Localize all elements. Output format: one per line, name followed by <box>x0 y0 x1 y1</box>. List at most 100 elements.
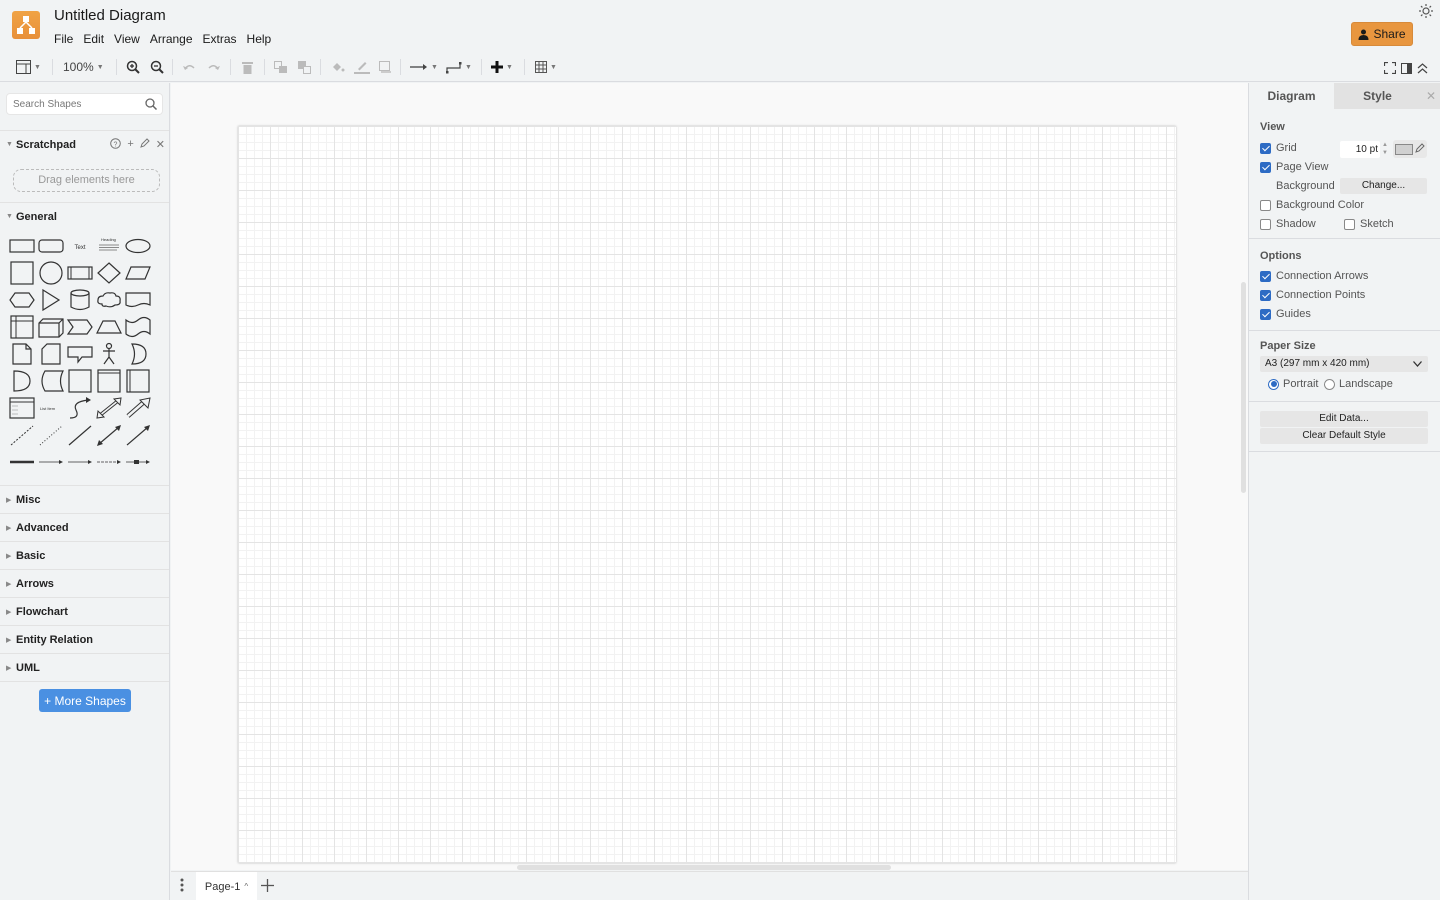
checkbox-checked-icon[interactable] <box>1260 161 1271 173</box>
radio-unselected-icon[interactable] <box>1324 378 1335 390</box>
shape-parallelogram[interactable] <box>124 261 152 287</box>
shape-cube[interactable] <box>37 315 65 341</box>
shape-trapezoid[interactable] <box>95 315 123 341</box>
shape-connector-with-3-labels[interactable] <box>95 450 123 476</box>
shape-vertical-container[interactable] <box>95 369 123 395</box>
to-front-button[interactable] <box>274 58 288 76</box>
connection-points-checkbox[interactable]: Connection Points <box>1260 289 1365 301</box>
add-page-button[interactable] <box>261 875 274 898</box>
insert-dropdown[interactable]: ▼ <box>491 58 513 76</box>
page-view-checkbox[interactable]: Page View <box>1260 161 1328 173</box>
connection-arrows-checkbox[interactable]: Connection Arrows <box>1260 270 1368 282</box>
checkbox-checked-icon[interactable] <box>1260 289 1271 301</box>
scratchpad-drop-zone[interactable]: Drag elements here <box>13 169 160 192</box>
shape-connector-with-symbol[interactable] <box>124 450 152 476</box>
shape-bidirectional-connector[interactable] <box>95 423 123 449</box>
sidebar-section-entity-relation[interactable]: ▶ Entity Relation <box>0 625 169 653</box>
help-icon[interactable]: ? <box>110 138 122 152</box>
shape-or[interactable] <box>124 342 152 368</box>
sidebar-section-misc[interactable]: ▶ Misc <box>0 485 169 513</box>
undo-button[interactable] <box>182 58 196 76</box>
collapse-toolbar-button[interactable] <box>1417 59 1428 77</box>
radio-selected-icon[interactable] <box>1268 378 1279 390</box>
search-shapes-input[interactable] <box>7 94 137 114</box>
shape-line[interactable] <box>66 423 94 449</box>
change-background-button[interactable]: Change... <box>1340 178 1427 194</box>
pages-menu-icon[interactable] <box>177 878 187 892</box>
tab-style[interactable]: Style <box>1334 83 1421 109</box>
zoom-out-button[interactable] <box>150 58 164 76</box>
menu-file[interactable]: File <box>54 32 73 46</box>
edit-pencil-icon[interactable] <box>139 138 150 152</box>
shape-horizontal-container[interactable] <box>124 369 152 395</box>
portrait-radio[interactable]: Portrait <box>1268 378 1318 390</box>
clear-default-style-button[interactable]: Clear Default Style <box>1260 428 1428 444</box>
shape-square[interactable] <box>8 261 36 287</box>
search-shapes-field[interactable] <box>6 93 163 115</box>
scratchpad-header[interactable]: ▼ Scratchpad ? + ✕ <box>0 130 169 158</box>
sidebar-section-uml[interactable]: ▶ UML <box>0 653 169 681</box>
shape-textbox[interactable]: Heading <box>95 234 123 260</box>
delete-button[interactable] <box>242 58 253 76</box>
shape-dotted-line[interactable] <box>37 423 65 449</box>
shape-rectangle[interactable] <box>8 234 36 260</box>
shape-ellipse[interactable] <box>124 234 152 260</box>
zoom-in-button[interactable] <box>126 58 140 76</box>
color-swatch[interactable] <box>1395 144 1413 155</box>
more-shapes-button[interactable]: + More Shapes <box>39 689 131 712</box>
shape-rounded-rectangle[interactable] <box>37 234 65 260</box>
shape-list-item[interactable]: List Item <box>37 396 65 422</box>
page-tab[interactable]: Page-1 ^ <box>196 872 257 900</box>
shadow-checkbox[interactable]: Shadow <box>1260 218 1316 230</box>
menu-edit[interactable]: Edit <box>83 32 104 46</box>
diagram-canvas[interactable] <box>171 83 1248 870</box>
format-panel-toggle[interactable]: ▼ <box>16 58 41 76</box>
checkbox-unchecked-icon[interactable] <box>1344 218 1355 230</box>
menu-help[interactable]: Help <box>247 32 272 46</box>
shape-data-storage[interactable] <box>37 369 65 395</box>
shape-note[interactable] <box>8 342 36 368</box>
sidebar-section-advanced[interactable]: ▶ Advanced <box>0 513 169 541</box>
shape-arrow[interactable] <box>124 396 152 422</box>
paper-size-select[interactable]: A3 (297 mm x 420 mm) <box>1260 356 1428 372</box>
search-icon[interactable] <box>144 97 158 111</box>
close-panel-icon[interactable]: ✕ <box>1421 83 1440 109</box>
shape-actor[interactable] <box>95 342 123 368</box>
shape-text[interactable]: Text <box>66 234 94 260</box>
shape-cylinder[interactable] <box>66 288 94 314</box>
shape-hexagon[interactable] <box>8 288 36 314</box>
shape-connector-with-label[interactable] <box>37 450 65 476</box>
sidebar-section-flowchart[interactable]: ▶ Flowchart <box>0 597 169 625</box>
eyedropper-icon[interactable] <box>1415 142 1425 156</box>
guides-checkbox[interactable]: Guides <box>1260 308 1311 320</box>
connection-style-dropdown[interactable]: ▼ <box>410 58 438 76</box>
shape-triangle[interactable] <box>37 288 65 314</box>
document-title[interactable]: Untitled Diagram <box>54 7 166 24</box>
edit-data-button[interactable]: Edit Data... <box>1260 411 1428 427</box>
shape-dashed-line[interactable] <box>8 423 36 449</box>
redo-button[interactable] <box>207 58 221 76</box>
shape-card[interactable] <box>37 342 65 368</box>
shape-callout[interactable] <box>66 342 94 368</box>
shape-circle[interactable] <box>37 261 65 287</box>
general-header[interactable]: ▼ General <box>0 202 169 230</box>
chevron-up-icon[interactable]: ^ <box>244 882 248 891</box>
grid-size-stepper[interactable]: ▲ ▼ <box>1380 141 1390 158</box>
diagram-page[interactable] <box>238 126 1176 863</box>
to-back-button[interactable] <box>298 58 312 76</box>
sidebar-section-basic[interactable]: ▶ Basic <box>0 541 169 569</box>
waypoints-dropdown[interactable]: ▼ <box>446 58 472 76</box>
toggle-format-panel-button[interactable] <box>1401 59 1412 77</box>
checkbox-checked-icon[interactable] <box>1260 270 1271 282</box>
checkbox-checked-icon[interactable] <box>1260 142 1271 154</box>
sketch-checkbox[interactable]: Sketch <box>1344 218 1394 230</box>
background-color-checkbox[interactable]: Background Color <box>1260 199 1364 211</box>
checkbox-unchecked-icon[interactable] <box>1260 218 1271 230</box>
shape-connector-with-2-labels[interactable] <box>66 450 94 476</box>
close-icon[interactable]: ✕ <box>156 138 165 152</box>
shape-step[interactable] <box>66 315 94 341</box>
grid-size-input[interactable]: 10 pt <box>1340 141 1380 158</box>
shape-process[interactable] <box>66 261 94 287</box>
landscape-radio[interactable]: Landscape <box>1324 378 1393 390</box>
menu-arrange[interactable]: Arrange <box>150 32 193 46</box>
